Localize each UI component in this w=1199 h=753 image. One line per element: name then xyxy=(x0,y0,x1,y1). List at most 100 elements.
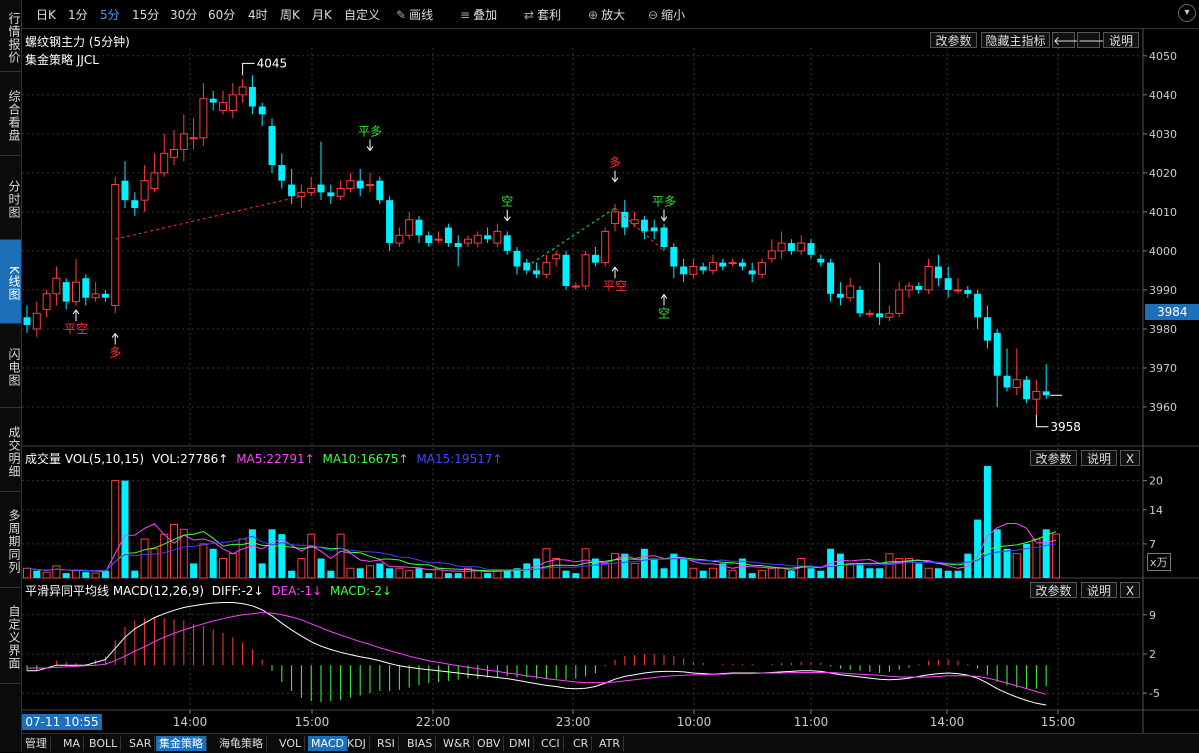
macd-params-button[interactable]: 改参数 xyxy=(1030,582,1077,598)
volume-bar xyxy=(219,558,227,579)
candle-body xyxy=(454,243,462,247)
volume-bar xyxy=(268,529,276,578)
signal-label: 多 xyxy=(109,346,121,360)
price-axis-label: 4000 xyxy=(1149,245,1177,258)
volume-bar xyxy=(611,553,619,579)
candle-body xyxy=(434,238,443,241)
volume-bar xyxy=(767,567,776,579)
prev-arrow-button[interactable]: 🡐 xyxy=(1052,32,1085,48)
candle-body xyxy=(327,192,335,197)
candle-body xyxy=(209,98,217,103)
candle-body xyxy=(307,187,316,193)
vol-params-button[interactable]: 改参数 xyxy=(1030,450,1077,466)
candle-body xyxy=(228,94,237,111)
candle-body xyxy=(924,266,933,291)
vol-close-button[interactable]: X xyxy=(1120,450,1140,466)
candle-body xyxy=(415,219,423,236)
indicator-tab-1[interactable]: MA xyxy=(60,736,85,751)
indicator-tab-11[interactable]: W&R xyxy=(440,736,475,751)
indicator-tab-14[interactable]: CCI xyxy=(538,736,564,751)
volume-bar xyxy=(601,562,610,579)
indicator-tab-13[interactable]: DMI xyxy=(506,736,535,751)
volume-bar xyxy=(640,548,648,578)
indicator-tab-2[interactable]: BOLL xyxy=(86,736,122,751)
time-axis-label: 15:00 xyxy=(295,715,330,729)
next-arrow-button[interactable]: 🡒 xyxy=(1077,32,1110,48)
candle-body xyxy=(82,278,90,298)
candle-body xyxy=(23,317,31,326)
indicator-tab-3[interactable]: SAR xyxy=(126,736,156,751)
indicator-tab-6[interactable]: VOL xyxy=(276,736,306,751)
volume-bar xyxy=(562,570,570,578)
indicator-tab-4[interactable]: 集金策略 xyxy=(156,736,207,751)
candle-body xyxy=(258,106,266,115)
macd-explain-button[interactable]: 说明 xyxy=(1081,582,1117,598)
strategy-long-line xyxy=(115,195,302,240)
candle-body xyxy=(876,313,884,318)
candle-body xyxy=(386,200,394,244)
candle-body xyxy=(777,242,786,252)
hide-main-indicator-button[interactable]: 隐藏主指标 xyxy=(981,32,1050,48)
candle-body xyxy=(846,285,855,299)
price-axis-label: 4030 xyxy=(1149,128,1177,141)
candle-body xyxy=(405,219,414,236)
volume-bar xyxy=(630,562,639,579)
chart-canvas[interactable]: 4050 4040 4030 4020 4010 4000 3990 3980 3970 3960… xyxy=(0,0,1199,733)
candle-body xyxy=(297,191,306,197)
macd-close-button[interactable]: X xyxy=(1120,582,1140,598)
candle-body xyxy=(219,102,227,111)
candle-body xyxy=(993,332,1001,376)
main-explain-button[interactable]: 说明 xyxy=(1103,32,1139,48)
candle-body xyxy=(552,254,561,260)
candle-body xyxy=(542,262,551,275)
indicator-tab-0[interactable]: 管理 xyxy=(22,736,51,751)
macd-dea: DEA:-1↓ xyxy=(271,584,323,598)
candle-body xyxy=(748,270,756,275)
indicator-tab-12[interactable]: OBV xyxy=(474,736,505,751)
volume-bar xyxy=(444,573,452,578)
candle-body xyxy=(591,254,599,263)
candle-body xyxy=(32,312,41,330)
candle-body xyxy=(238,86,247,96)
indicator-tab-5[interactable]: 海龟策略 xyxy=(216,736,267,751)
volume-bar xyxy=(954,570,962,578)
price-axis-label: 3970 xyxy=(1149,362,1177,375)
vol-explain-button[interactable]: 说明 xyxy=(1081,450,1117,466)
volume-bar xyxy=(288,570,296,578)
volume-bar xyxy=(150,548,159,579)
candle-body xyxy=(160,152,169,174)
volume-bar xyxy=(621,553,629,578)
volume-bar xyxy=(42,571,51,579)
strategy-label: 集金策略 JJCL xyxy=(25,53,99,67)
candle-body xyxy=(885,312,894,318)
time-axis-label: 22:00 xyxy=(416,715,451,729)
candle-body xyxy=(493,230,502,244)
volume-bar xyxy=(415,568,423,578)
vol-axis-label: 14 xyxy=(1149,504,1163,517)
signal-label: 空 xyxy=(658,307,670,321)
volume-bar xyxy=(876,568,884,578)
candle-body xyxy=(728,262,737,265)
main-params-button[interactable]: 改参数 xyxy=(930,32,977,48)
volume-bar xyxy=(552,558,561,579)
candle-body xyxy=(827,262,835,294)
indicator-tab-16[interactable]: ATR xyxy=(596,736,625,751)
indicator-tab-15[interactable]: CR xyxy=(570,736,593,751)
vol-value: VOL:27786↑ xyxy=(151,452,229,466)
candle-body xyxy=(199,98,208,139)
indicator-tab-8[interactable]: KDJ xyxy=(344,736,370,751)
macd-axis-label: 9 xyxy=(1149,609,1156,622)
extreme-label: 3958 xyxy=(1050,420,1081,434)
signal-label: 空 xyxy=(501,195,513,209)
indicator-tab-9[interactable]: RSI xyxy=(374,736,399,751)
candle-body xyxy=(1023,379,1031,400)
candle-body xyxy=(689,266,698,275)
indicator-tab-7[interactable]: MACD xyxy=(308,736,348,751)
volume-bar xyxy=(336,533,345,579)
indicator-tab-10[interactable]: BIAS xyxy=(404,736,437,751)
candle-body xyxy=(268,126,276,166)
candle-body xyxy=(503,235,511,251)
price-axis-label: 3990 xyxy=(1149,284,1177,297)
candle-body xyxy=(915,286,923,290)
volume-bar xyxy=(1003,548,1011,578)
